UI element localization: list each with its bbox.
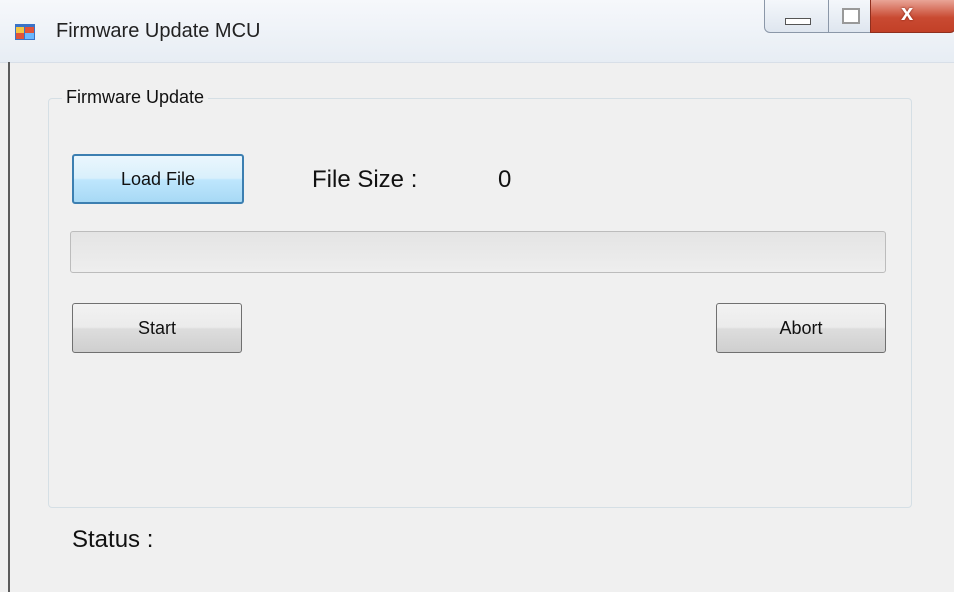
status-label: Status : [72, 526, 154, 553]
close-icon: x [901, 0, 914, 25]
load-file-button[interactable]: Load File [72, 154, 244, 204]
maximize-icon [842, 8, 860, 24]
progress-bar [70, 231, 886, 273]
minimize-button[interactable] [764, 0, 830, 33]
minimize-icon [785, 18, 811, 25]
file-size-label: File Size : [312, 166, 418, 193]
window-left-border [8, 62, 10, 592]
title-bar: Firmware Update MCU x [0, 0, 954, 63]
window-title: Firmware Update MCU [56, 20, 261, 42]
abort-button[interactable]: Abort [716, 303, 886, 353]
file-size-value: 0 [498, 166, 512, 193]
start-button[interactable]: Start [72, 303, 242, 353]
app-icon [15, 24, 35, 40]
maximize-button[interactable] [828, 0, 872, 33]
close-button[interactable]: x [870, 0, 954, 33]
window-controls: x [764, 0, 954, 36]
group-title: Firmware Update [62, 87, 209, 108]
